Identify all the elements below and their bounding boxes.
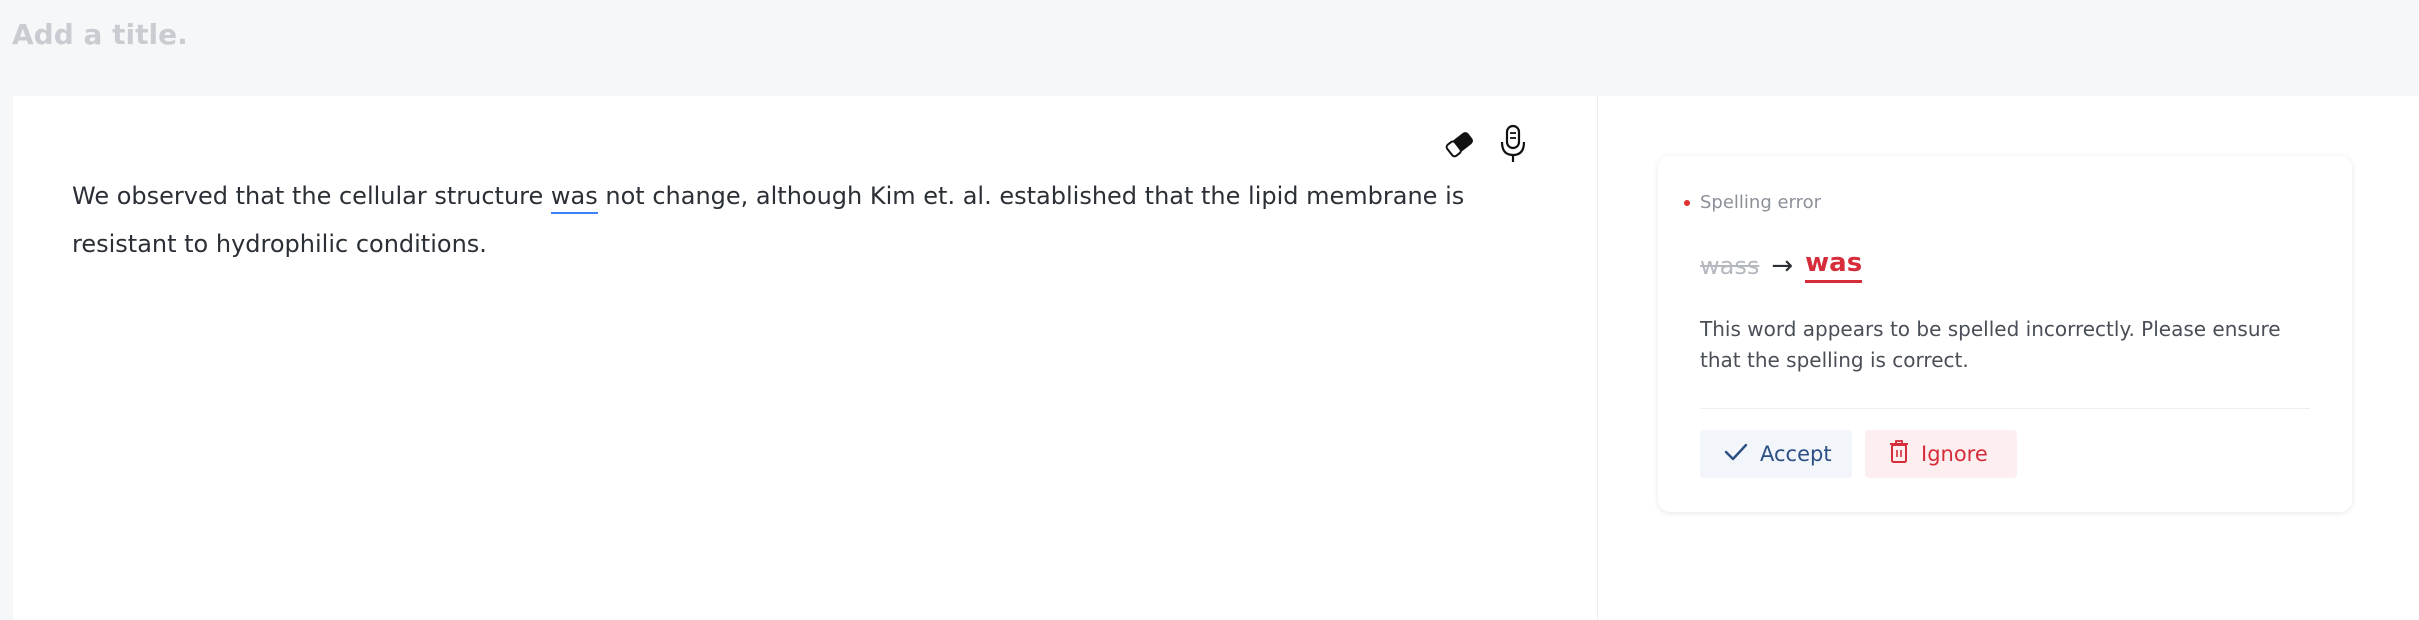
arrow-right-icon: → bbox=[1771, 250, 1794, 281]
flagged-word[interactable]: was bbox=[550, 182, 598, 214]
accept-button[interactable]: Accept bbox=[1700, 430, 1852, 478]
title-input[interactable]: Add a title. bbox=[12, 18, 188, 51]
suggestions-panel: Spelling error wass → was This word appe… bbox=[1597, 96, 2419, 620]
original-word: wass bbox=[1700, 251, 1760, 280]
divider bbox=[1700, 408, 2310, 409]
suggestion-category: Spelling error bbox=[1684, 192, 1822, 213]
replacement-word[interactable]: was bbox=[1805, 248, 1863, 283]
eraser-icon[interactable] bbox=[1440, 124, 1480, 164]
ignore-label: Ignore bbox=[1921, 442, 1988, 466]
correction-row: wass → was bbox=[1700, 248, 1863, 283]
trash-icon bbox=[1889, 439, 1909, 469]
accept-label: Accept bbox=[1760, 442, 1832, 466]
error-dot-icon bbox=[1684, 199, 1690, 206]
text-before: We observed that the cellular structure bbox=[72, 182, 551, 210]
ignore-button[interactable]: Ignore bbox=[1865, 430, 2017, 478]
microphone-icon[interactable] bbox=[1493, 124, 1533, 164]
check-icon bbox=[1724, 442, 1748, 467]
suggestion-card: Spelling error wass → was This word appe… bbox=[1658, 156, 2352, 512]
category-label: Spelling error bbox=[1700, 192, 1822, 213]
suggestion-explanation: This word appears to be spelled incorrec… bbox=[1700, 317, 2281, 372]
title-bar: Add a title. bbox=[0, 0, 2419, 96]
editor-panel: We observed that the cellular structure … bbox=[13, 96, 1597, 620]
editor-text[interactable]: We observed that the cellular structure … bbox=[72, 172, 1572, 268]
